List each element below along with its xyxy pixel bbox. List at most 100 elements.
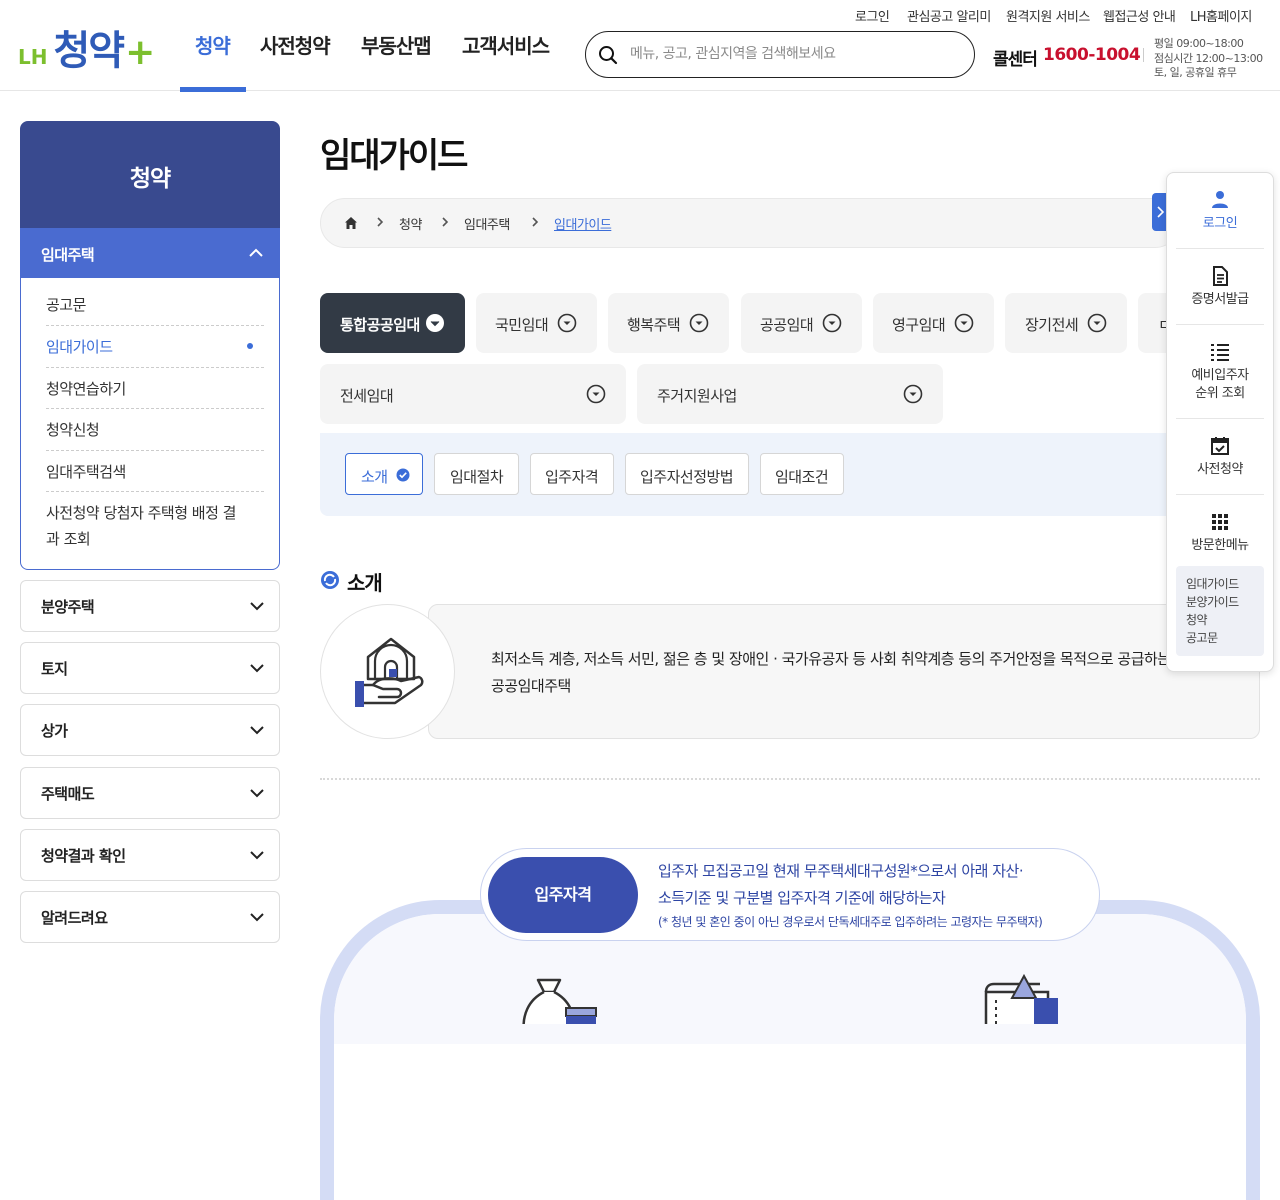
- gnb-item-customer-service[interactable]: 고객서비스: [462, 30, 550, 59]
- sidebar-section-rental[interactable]: 임대주택: [20, 228, 280, 278]
- chevron-down-circle-icon: [689, 313, 709, 333]
- intro-line: 최저소득 계층, 저소득 서민, 젊은 층 및 장애인 · 국가유공자 등 사회…: [491, 650, 1171, 668]
- visited-menu-item[interactable]: 분양가이드: [1186, 593, 1239, 610]
- chevron-down-icon: [250, 851, 264, 860]
- breadcrumb-item[interactable]: 청약: [399, 214, 422, 233]
- chevron-up-icon: [249, 248, 263, 257]
- hours-weekday: 평일 09:00~18:00: [1154, 37, 1244, 50]
- sidebar-section-land[interactable]: 토지: [20, 642, 280, 694]
- tab-more[interactable]: ㅁ: [1138, 293, 1172, 353]
- refresh-icon: [321, 571, 339, 589]
- subtab-label: 입주자선정방법: [640, 468, 734, 486]
- chevron-down-icon: [250, 913, 264, 922]
- quick-waitlist-link[interactable]: 예비입주자: [1166, 367, 1274, 384]
- sidebar-section-label: 청약결과 확인: [41, 847, 126, 865]
- sidebar-title: 청약: [129, 166, 171, 192]
- qualification-note: (* 청년 및 혼인 중이 아닌 경우로서 단독세대주로 입주하려는 고령자는 …: [658, 915, 1043, 929]
- util-accessibility-link[interactable]: 웹접근성 안내: [1103, 6, 1176, 25]
- grid-menu-icon[interactable]: [1210, 512, 1230, 532]
- gnb-active-indicator: [180, 87, 246, 92]
- sidebar-item-notice[interactable]: 공고문: [46, 292, 264, 318]
- list-icon[interactable]: [1210, 342, 1230, 362]
- tab-national-rental[interactable]: 국민임대: [476, 293, 597, 353]
- tab-long-term-jeonse[interactable]: 장기전세: [1005, 293, 1127, 353]
- divider: [1176, 324, 1264, 325]
- quick-pre-subscription-link[interactable]: 사전청약: [1166, 461, 1274, 478]
- sidebar-section-announcements[interactable]: 알려드려요: [20, 891, 280, 943]
- tab-label: 공공임대: [760, 316, 814, 334]
- chevron-right-icon: [1157, 206, 1165, 218]
- tab-integrated-public-rental[interactable]: 통합공공임대: [320, 293, 465, 353]
- breadcrumb-item[interactable]: 임대주택: [464, 214, 510, 233]
- call-center-number: 1600-1004: [1043, 45, 1141, 65]
- tab-label: 장기전세: [1025, 316, 1079, 334]
- user-icon[interactable]: [1210, 189, 1230, 209]
- sidebar-item-apply[interactable]: 청약신청: [46, 417, 264, 443]
- sidebar-section-label: 주택매도: [41, 785, 95, 803]
- intro-illustration: [320, 604, 455, 739]
- hours-closed: 토, 일, 공휴일 휴무: [1154, 66, 1237, 79]
- document-icon[interactable]: [1210, 266, 1230, 286]
- gnb-item-cheongyak[interactable]: 청약: [195, 30, 231, 59]
- tab-permanent-rental[interactable]: 영구임대: [873, 293, 994, 353]
- sidebar-section-house-sale[interactable]: 주택매도: [20, 767, 280, 819]
- tab-public-rental[interactable]: 공공임대: [741, 293, 862, 353]
- visited-menu-item[interactable]: 청약: [1186, 611, 1208, 628]
- intro-text: 최저소득 계층, 저소득 서민, 젊은 층 및 장애인 · 국가유공자 등 사회…: [491, 646, 1259, 700]
- tab-label: 국민임대: [495, 316, 549, 334]
- chevron-down-circle-icon: [586, 384, 606, 404]
- breadcrumb-current[interactable]: 임대가이드: [554, 214, 612, 233]
- subtab-selection-method[interactable]: 입주자선정방법: [625, 453, 749, 495]
- sidebar-item-pre-subscription-result[interactable]: 사전청약 당첨자 주택형 배정 결: [46, 500, 264, 526]
- sidebar-section-store[interactable]: 상가: [20, 704, 280, 756]
- chevron-down-icon: [250, 789, 264, 798]
- subtab-procedure[interactable]: 임대절차: [434, 453, 519, 495]
- gnb-item-pre-subscription[interactable]: 사전청약: [260, 30, 331, 59]
- call-center-label: 콜센터: [993, 50, 1038, 70]
- logo-plus: +: [125, 32, 156, 73]
- section-title: 소개: [347, 571, 383, 595]
- chevron-right-icon: [532, 217, 539, 227]
- chevron-down-icon: [250, 726, 264, 735]
- chevron-right-icon: [377, 217, 384, 227]
- quick-login-link[interactable]: 로그인: [1166, 215, 1274, 232]
- util-lh-home-link[interactable]: LH홈페이지: [1190, 6, 1252, 25]
- sidebar-section-results[interactable]: 청약결과 확인: [20, 829, 280, 881]
- util-login-link[interactable]: 로그인: [855, 6, 890, 25]
- util-alert-link[interactable]: 관심공고 알리미: [907, 6, 991, 25]
- quick-certificate-link[interactable]: 증명서발급: [1166, 291, 1274, 308]
- lh-logo[interactable]: LH 청약 +: [18, 18, 155, 76]
- gnb-item-realestate-map[interactable]: 부동산맵: [361, 30, 432, 59]
- sidebar-item-practice[interactable]: 청약연습하기: [46, 376, 264, 402]
- tab-label: 영구임대: [892, 316, 946, 334]
- subtab-intro[interactable]: 소개: [345, 453, 423, 495]
- page-title: 임대가이드: [320, 136, 468, 176]
- subtab-label: 소개: [361, 468, 388, 486]
- search-icon[interactable]: [598, 45, 618, 65]
- logo-name: 청약: [53, 28, 125, 74]
- chevron-down-circle-icon: [903, 384, 923, 404]
- call-separator: [1143, 48, 1144, 62]
- sidebar-section-sale[interactable]: 분양주택: [20, 580, 280, 632]
- calendar-check-icon[interactable]: [1210, 436, 1230, 456]
- home-icon[interactable]: [344, 216, 358, 230]
- visited-menu-item[interactable]: 공고문: [1186, 629, 1218, 646]
- sidebar-item-rental-search[interactable]: 임대주택검색: [46, 459, 264, 485]
- logo-prefix: LH: [18, 45, 48, 69]
- quick-waitlist-link-cont[interactable]: 순위 조회: [1166, 385, 1274, 402]
- visited-menu-item[interactable]: 임대가이드: [1186, 575, 1239, 592]
- subtab-eligibility[interactable]: 입주자격: [530, 453, 614, 495]
- tab-jeonse-rental[interactable]: 전세임대: [320, 364, 626, 424]
- sidebar-item-rental-guide[interactable]: 임대가이드: [46, 334, 264, 360]
- tab-happy-housing[interactable]: 행복주택: [608, 293, 729, 353]
- subtab-conditions[interactable]: 임대조건: [760, 453, 844, 495]
- sidebar-item-pre-subscription-result-cont[interactable]: 과 조회: [46, 526, 264, 552]
- util-remote-support-link[interactable]: 원격지원 서비스: [1006, 6, 1090, 25]
- tab-housing-support[interactable]: 주거지원사업: [637, 364, 943, 424]
- wallet-icon: [984, 973, 1058, 1024]
- chevron-down-circle-icon: [557, 313, 577, 333]
- qualification-pill: 입주자격: [488, 857, 638, 933]
- sidebar-section-label: 알려드려요: [41, 909, 108, 927]
- active-dot: [247, 343, 253, 349]
- search-input[interactable]: [630, 44, 960, 64]
